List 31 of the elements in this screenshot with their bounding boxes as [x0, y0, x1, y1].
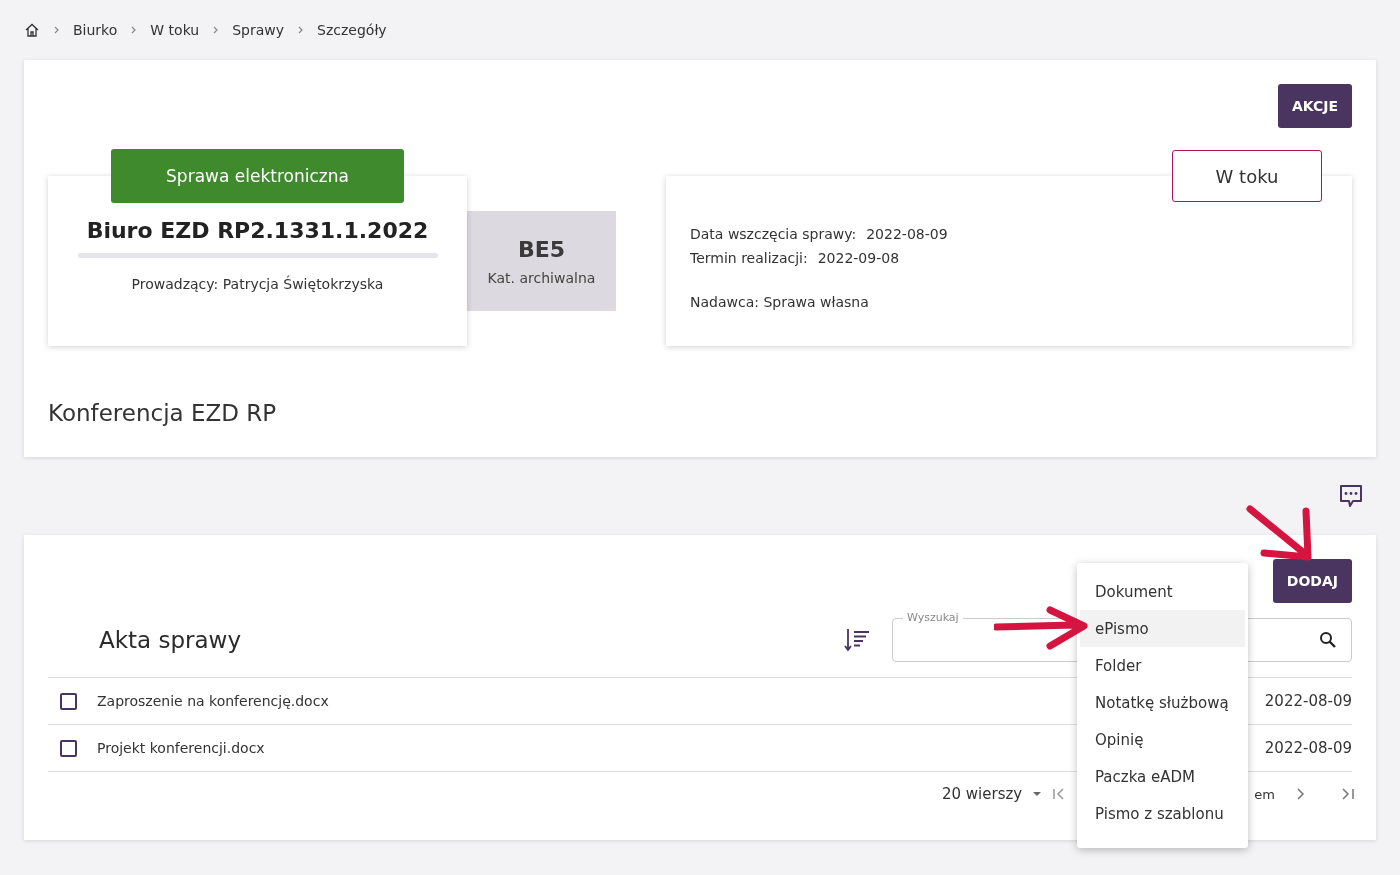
rows-per-page-select[interactable]: 20 wierszy: [942, 785, 1023, 803]
case-type-badge: Sprawa elektroniczna: [111, 149, 404, 203]
menu-item[interactable]: Pismo z szablonu: [1080, 795, 1245, 832]
page-range-text: em: [1254, 786, 1275, 802]
section-heading: Akta sprawy: [99, 627, 243, 653]
file-date: 2022-08-09: [1264, 692, 1352, 710]
detail-value: 2022-08-09: [866, 225, 948, 244]
file-name[interactable]: Projekt konferencji.docx: [97, 740, 265, 756]
case-title: Konferencja EZD RP: [48, 400, 278, 426]
menu-item[interactable]: Opinię: [1080, 721, 1245, 758]
menu-item[interactable]: Notatkę służbową: [1080, 684, 1245, 721]
file-date: 2022-08-09: [1264, 739, 1352, 757]
add-button[interactable]: DODAJ: [1272, 559, 1352, 603]
detail-value: 2022-09-08: [817, 249, 900, 268]
menu-item[interactable]: Paczka eADM: [1080, 758, 1245, 795]
menu-item[interactable]: ePismo: [1080, 610, 1245, 647]
actions-button[interactable]: AKCJE: [1277, 84, 1352, 128]
detail-label: Data wszczęcia sprawy:: [690, 225, 857, 244]
breadcrumb-link[interactable]: Sprawy: [232, 22, 285, 38]
case-number: Biuro EZD RP2.1331.1.2022: [86, 218, 429, 243]
category-label: Kat. archiwalna: [487, 269, 596, 286]
breadcrumb-link[interactable]: Biurko: [73, 22, 118, 38]
menu-item[interactable]: Dokument: [1080, 573, 1245, 610]
detail-label: Termin realizacji:: [690, 249, 808, 268]
breadcrumb-link[interactable]: W toku: [150, 22, 200, 38]
status-button[interactable]: W toku: [1172, 150, 1322, 202]
category-code: BE5: [517, 236, 566, 262]
sender-text: Nadawca: Sprawa własna: [690, 294, 870, 310]
file-name[interactable]: Zaproszenie na konferencję.docx: [97, 693, 329, 709]
breadcrumb-link[interactable]: Szczegóły: [317, 22, 387, 38]
case-lead: Prowadzący: Patrycja Świętokrzyska: [131, 276, 384, 292]
